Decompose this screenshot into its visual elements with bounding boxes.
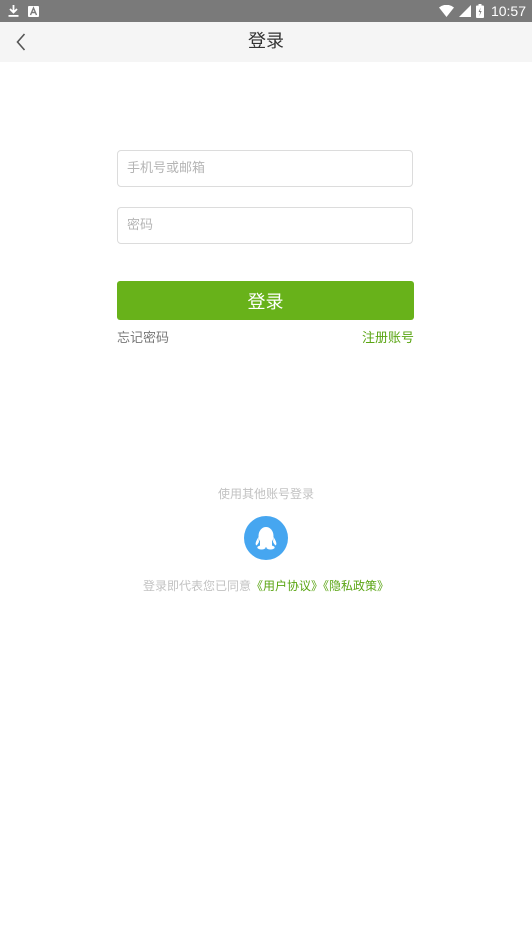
- login-button[interactable]: 登录: [117, 281, 414, 320]
- qq-login-button[interactable]: [244, 516, 288, 560]
- status-bar: 10:57: [0, 0, 532, 22]
- agreement-prefix: 登录即代表您已同意: [142, 579, 251, 593]
- register-link[interactable]: 注册账号: [362, 330, 414, 348]
- signal-icon: [458, 5, 471, 17]
- other-login-label: 使用其他账号登录: [217, 487, 314, 501]
- wifi-icon: [438, 5, 454, 17]
- download-icon: [8, 5, 19, 17]
- chevron-left-icon: [16, 33, 26, 51]
- page-title: 登录: [248, 31, 284, 52]
- agreement-text: 登录即代表您已同意《用户协议》《隐私政策》: [0, 577, 532, 594]
- status-bar-left: [8, 0, 39, 22]
- phone-email-input[interactable]: [117, 150, 413, 187]
- forgot-password-link[interactable]: 忘记密码: [117, 330, 169, 348]
- privacy-policy-link[interactable]: 《隐私政策》: [323, 579, 389, 593]
- back-button[interactable]: [6, 27, 36, 57]
- status-bar-right: 10:57: [438, 0, 526, 22]
- status-time: 10:57: [490, 3, 526, 19]
- qq-penguin-icon: [255, 527, 277, 550]
- user-agreement-link[interactable]: 《用户协议》: [251, 579, 323, 593]
- password-input[interactable]: [117, 207, 413, 244]
- header: 登录: [0, 22, 532, 62]
- app-notification-icon: [28, 5, 39, 17]
- battery-icon: [475, 4, 484, 18]
